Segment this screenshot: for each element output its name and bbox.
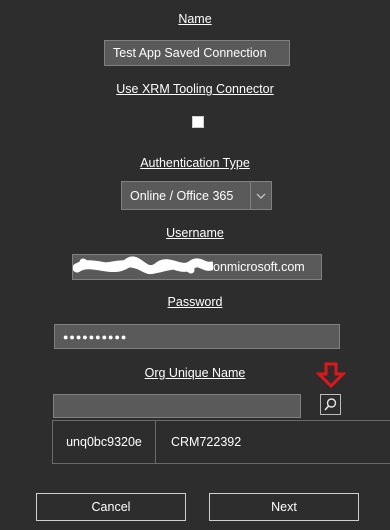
name-input-value: Test App Saved Connection	[113, 46, 267, 60]
auth-type-value: Online / Office 365	[130, 188, 234, 203]
username-label: Username	[166, 226, 224, 240]
search-button[interactable]	[320, 394, 341, 415]
red-down-arrow-icon	[316, 362, 346, 388]
auth-type-label: Authentication Type	[140, 156, 250, 170]
password-label: Password	[167, 295, 223, 309]
org-results-table: unq0bc9320e CRM722392	[52, 420, 390, 464]
name-input[interactable]: Test App Saved Connection	[104, 40, 290, 66]
redaction-scribble	[73, 256, 213, 275]
auth-type-dropdown[interactable]: Online / Office 365	[121, 181, 272, 210]
org-unique-name-cell[interactable]: unq0bc9320e	[53, 421, 156, 463]
password-input[interactable]: ●●●●●●●●●●	[54, 324, 340, 349]
chevron-down-icon[interactable]	[250, 182, 271, 209]
password-masked-value: ●●●●●●●●●●	[63, 331, 128, 342]
org-friendly-name-cell[interactable]: CRM722392	[156, 421, 390, 463]
org-unique-name-input[interactable]	[53, 394, 301, 418]
name-label: Name	[178, 12, 212, 26]
username-visible-text: onmicrosoft.com	[213, 260, 305, 274]
xrm-tooling-checkbox[interactable]	[192, 116, 204, 128]
next-button[interactable]: Next	[209, 493, 359, 521]
xrm-tooling-label: Use XRM Tooling Connector	[116, 82, 274, 96]
magnifier-icon	[324, 398, 337, 411]
cancel-button[interactable]: Cancel	[36, 493, 186, 521]
